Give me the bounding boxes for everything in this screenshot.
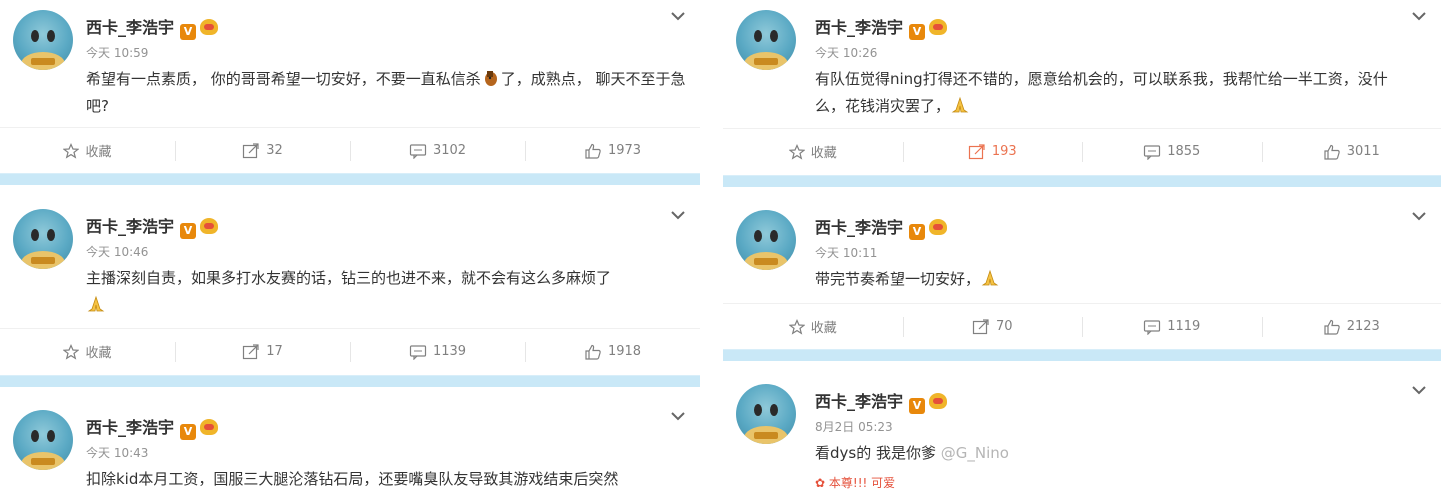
weibo-post: 西卡_李浩宇 V 今天 10:26 有队伍觉得ning打得还不错的，愿意给机会的，… [723,0,1441,175]
author-name[interactable]: 西卡_李浩宇 V [815,388,948,414]
author-name[interactable]: 西卡_李浩宇 V [86,14,219,40]
pray-emoji-icon [981,269,999,286]
repost-icon [243,343,259,359]
favorite-button[interactable]: 收藏 [723,304,903,349]
post-actions: 收藏 70 1119 2123 [723,303,1441,349]
thumbs-up-icon [585,344,601,360]
verified-badge-icon: V [909,398,926,414]
author-name[interactable]: 西卡_李浩宇 V [86,414,219,440]
verified-badge-icon: V [180,424,197,440]
chevron-down-icon[interactable] [1411,210,1427,222]
like-button[interactable]: 3011 [1261,129,1441,174]
fan-badge-icon [200,218,219,234]
like-button[interactable]: 1918 [525,329,700,374]
author-name[interactable]: 西卡_李浩宇 V [815,214,948,240]
fan-badge-icon [929,19,948,35]
fan-badge-icon [929,219,948,235]
feed-separator [0,173,700,185]
chevron-down-icon[interactable] [670,410,686,422]
extra-note: ✿ 本尊!!! 可爱 [815,476,896,490]
like-button[interactable]: 1973 [525,128,700,173]
repost-icon [243,142,259,158]
pray-emoji-icon [951,96,969,113]
star-icon [63,343,80,360]
post-text: 希望有一点素质， 你的哥哥希望一切安好，不要一直私信杀 了，成熟点， 聊天不至于急… [86,70,686,115]
feed-separator [723,349,1441,361]
repost-button[interactable]: 32 [175,128,350,173]
avatar[interactable] [13,410,73,470]
fan-badge-icon [200,19,219,35]
comment-icon [1144,144,1161,160]
comment-icon [409,344,427,360]
comment-icon [409,143,427,159]
thumbs-up-icon [1324,144,1340,160]
weibo-post: 西卡_李浩宇 V 今天 10:46 主播深刻自责，如果多打水友赛的话，钻三的也进不… [0,199,700,375]
avatar[interactable] [13,10,73,70]
avatar[interactable] [13,209,73,269]
fan-badge-icon [929,393,948,409]
verified-badge-icon: V [909,24,926,40]
feed-separator [723,175,1441,187]
weibo-post: 西卡_李浩宇 V 今天 10:59 希望有一点素质， 你的哥哥希望一切安好，不要一… [0,0,700,173]
fan-badge-icon [200,419,219,435]
star-icon [788,318,805,335]
post-actions: 收藏 193 1855 3011 [723,128,1441,174]
horse-emoji-icon [484,71,497,86]
post-time[interactable]: 今天 10:46 [86,243,148,260]
weibo-post: 西卡_李浩宇 V 8月2日 05:23 看dys的 我是你爹 @G_Nino ✿ … [723,374,1441,504]
weibo-post: 西卡_李浩宇 V 今天 10:43 扣除kid本月工资，国服三大腿沦落钻石局，还要… [0,400,700,504]
post-time[interactable]: 今天 10:43 [86,444,148,461]
comment-button[interactable]: 1139 [350,329,525,374]
verified-badge-icon: V [909,224,926,240]
chevron-down-icon[interactable] [1411,384,1427,396]
verified-badge-icon: V [180,24,197,40]
avatar[interactable] [736,10,796,70]
comment-button[interactable]: 3102 [350,128,525,173]
repost-button[interactable]: 70 [902,304,1083,349]
repost-button[interactable]: 17 [175,329,350,374]
feed-separator [0,375,700,387]
favorite-button[interactable]: 收藏 [0,128,175,173]
flower-icon: ✿ [815,476,826,490]
post-actions: 收藏 32 3102 1973 [0,127,700,173]
thumbs-up-icon [1324,319,1340,335]
favorite-button[interactable]: 收藏 [0,329,175,374]
favorite-button[interactable]: 收藏 [723,129,903,174]
comment-button[interactable]: 1119 [1082,304,1262,349]
post-time[interactable]: 8月2日 05:23 [815,418,893,435]
left-feed-column: 西卡_李浩宇 V 今天 10:59 希望有一点素质， 你的哥哥希望一切安好，不要一… [0,0,700,504]
post-actions: 收藏 17 1139 1918 [0,328,700,374]
verified-badge-icon: V [180,223,197,239]
chevron-down-icon[interactable] [670,10,686,22]
comment-icon [1144,319,1161,335]
post-time[interactable]: 今天 10:26 [815,44,877,61]
star-icon [788,143,805,160]
post-text: 主播深刻自责，如果多打水友赛的话，钻三的也进不来，就不会有这么多麻烦了 [86,265,686,319]
right-feed-column: 西卡_李浩宇 V 今天 10:26 有队伍觉得ning打得还不错的，愿意给机会的，… [723,0,1441,504]
post-time[interactable]: 今天 10:11 [815,244,877,261]
post-text: 看dys的 我是你爹 @G_Nino [815,444,1009,462]
watermark-text: @G_Nino [940,444,1009,462]
repost-icon [972,318,989,334]
author-name[interactable]: 西卡_李浩宇 V [815,14,948,40]
repost-icon [968,143,985,159]
author-name[interactable]: 西卡_李浩宇 V [86,213,219,239]
avatar[interactable] [736,210,796,270]
repost-button[interactable]: 193 [902,129,1083,174]
post-text: 带完节奏希望一切安好， [815,266,1395,293]
chevron-down-icon[interactable] [670,209,686,221]
pray-emoji-icon [87,295,105,312]
star-icon [63,142,80,159]
post-text: 有队伍觉得ning打得还不错的，愿意给机会的，可以联系我，我帮忙给一半工资，没什… [815,70,1388,115]
avatar[interactable] [736,384,796,444]
like-button[interactable]: 2123 [1261,304,1441,349]
chevron-down-icon[interactable] [1411,10,1427,22]
post-time[interactable]: 今天 10:59 [86,44,148,61]
weibo-post: 西卡_李浩宇 V 今天 10:11 带完节奏希望一切安好， 收藏 70 1119 … [723,200,1441,349]
post-text: 扣除kid本月工资，国服三大腿沦落钻石局，还要嘴臭队友导致其游戏结束后突然 [86,470,619,488]
comment-button[interactable]: 1855 [1082,129,1262,174]
thumbs-up-icon [585,143,601,159]
